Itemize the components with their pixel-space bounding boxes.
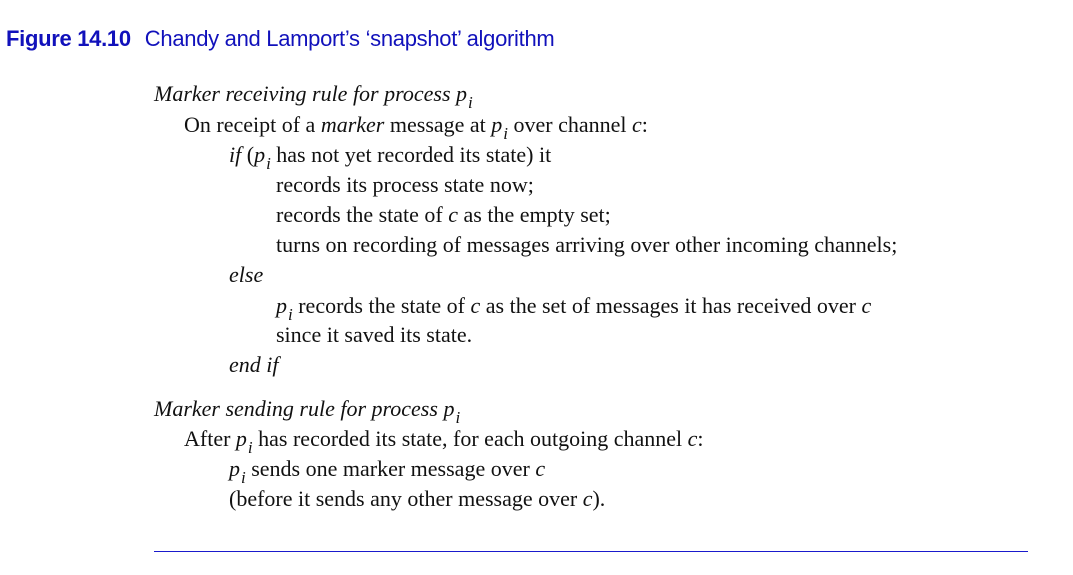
else-keyword: else xyxy=(229,262,264,287)
process-var: pi xyxy=(254,142,271,174)
process-var: pi xyxy=(276,293,293,325)
sends-marker-line: pi sends one marker message over c xyxy=(229,456,546,488)
process-var: pi xyxy=(235,426,253,458)
marker-word: marker xyxy=(320,112,385,137)
receiving-rule-heading: Marker receiving rule for process pi xyxy=(154,81,473,113)
end-if-keyword: end if xyxy=(229,352,279,377)
sending-rule-heading: Marker sending rule for process pi xyxy=(154,396,461,428)
else-record-channel-state: pi records the state of c as the set of … xyxy=(276,293,872,325)
figure-label: Figure 14.10 xyxy=(6,26,131,51)
receiving-rule-heading-text: Marker receiving rule for process xyxy=(154,81,451,106)
figure-title: Chandy and Lamport’s ‘snapshot’ algorith… xyxy=(144,26,555,51)
before-other-message-line: (before it sends any other message over … xyxy=(229,486,606,511)
process-var: pi xyxy=(491,112,509,144)
if-keyword: if xyxy=(229,142,242,167)
process-var: pi xyxy=(229,456,246,488)
if-line: if (pi has not yet recorded its state) i… xyxy=(229,142,552,174)
action-record-process-state: records its process state now; xyxy=(276,172,534,197)
process-var: pi xyxy=(443,396,461,428)
sending-rule-heading-text: Marker sending rule for process xyxy=(154,396,438,421)
else-since-saved: since it saved its state. xyxy=(276,322,473,347)
process-var: pi xyxy=(456,81,473,113)
after-recorded-line: After pi has recorded its state, for eac… xyxy=(184,426,704,458)
receipt-line: On receipt of a marker message at pi ove… xyxy=(184,112,648,144)
action-record-channel-empty: records the state of c as the empty set; xyxy=(276,202,611,227)
figure-caption: Figure 14.10 Chandy and Lamport’s ‘snapsh… xyxy=(6,26,555,52)
figure-bottom-rule xyxy=(154,551,1028,552)
action-turn-on-recording: turns on recording of messages arriving … xyxy=(276,232,898,257)
